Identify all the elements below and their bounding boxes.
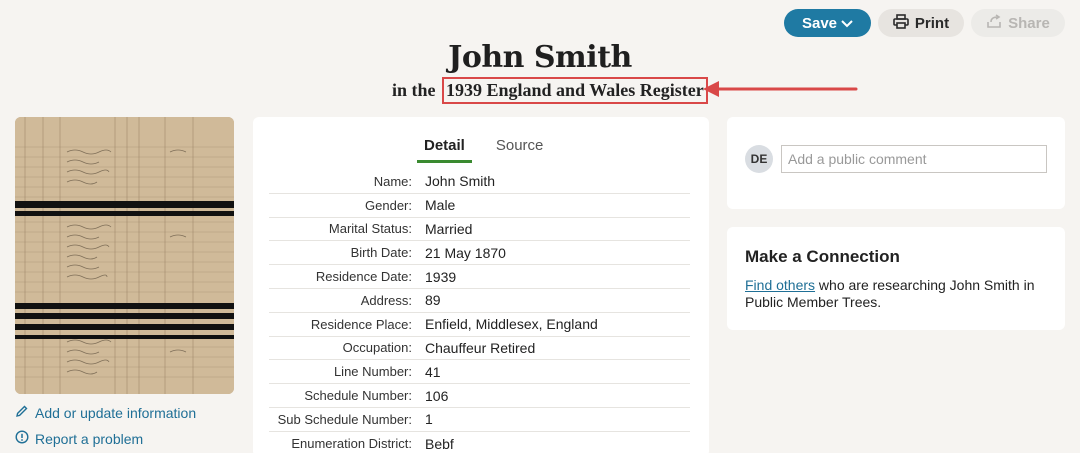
row-label: Residence Date: (315, 269, 412, 285)
detail-row: Gender: Male (269, 194, 690, 218)
comment-card: DE Add a public comment (727, 117, 1065, 209)
share-button[interactable]: Share (971, 9, 1065, 37)
row-label: Name: (373, 173, 412, 189)
row-value: Chauffeur Retired (425, 339, 536, 356)
row-label: Enumeration District: (291, 436, 412, 452)
row-label: Line Number: (333, 364, 412, 380)
report-problem-label: Report a problem (35, 430, 144, 447)
row-label: Gender: (365, 197, 412, 213)
record-actions: Save Print Share (784, 9, 1065, 37)
detail-row: Birth Date: 21 May 1870 (269, 241, 690, 266)
page-title: John Smith (448, 40, 632, 75)
print-label: Print (914, 14, 950, 32)
record-subtitle: in the 1939 England and Wales Register (392, 77, 708, 104)
save-label: Save (801, 14, 838, 32)
record-image-thumbnail[interactable] (15, 117, 234, 394)
detail-row: Residence Date: 1939 (269, 265, 690, 289)
info-circle-icon (15, 430, 29, 447)
detail-row: Enumeration District: Bebf (269, 432, 690, 453)
row-value: Enfield, Middlesex, England (425, 316, 598, 333)
row-value: John Smith (425, 173, 496, 190)
collection-name: 1939 England and Wales Register (442, 77, 708, 104)
chevron-down-icon (841, 15, 853, 32)
detail-row: Occupation: Chauffeur Retired (269, 337, 690, 361)
share-icon (986, 13, 1002, 33)
row-label: Address: (360, 292, 412, 308)
pencil-icon (15, 404, 29, 421)
detail-row: Residence Place: Enfield, Middlesex, Engl… (269, 313, 690, 337)
connection-title: Make a Connection (745, 247, 900, 266)
comment-input[interactable]: Add a public comment (781, 145, 1047, 173)
connection-text: Find others who are researching John Smi… (745, 277, 1047, 311)
add-update-link[interactable]: Add or update information (15, 404, 196, 421)
row-value: 21 May 1870 (425, 244, 506, 261)
tab-detail[interactable]: Detail (417, 137, 472, 163)
detail-rows: Name: John Smith Gender: Male Marital Stat… (269, 170, 690, 453)
arrow-left-icon (703, 81, 858, 97)
printer-icon (893, 13, 909, 33)
row-value: 89 (425, 292, 441, 309)
row-label: Schedule Number: (304, 388, 412, 404)
row-value: Male (425, 197, 456, 214)
row-label: Birth Date: (350, 245, 412, 261)
row-value: 106 (425, 387, 449, 404)
print-button[interactable]: Print (878, 9, 964, 37)
row-value: Married (425, 220, 473, 237)
row-label: Sub Schedule Number: (277, 411, 412, 427)
row-label: Marital Status: (328, 221, 412, 237)
tab-source[interactable]: Source (496, 137, 544, 163)
row-value: Bebf (425, 435, 454, 452)
detail-row: Marital Status: Married (269, 218, 690, 242)
detail-row: Address: 89 (269, 289, 690, 313)
subtitle-prefix: in the (392, 80, 436, 100)
detail-row: Sub Schedule Number: 1 (269, 408, 690, 432)
row-label: Residence Place: (310, 316, 412, 332)
detail-card: Detail Source Name: John Smith Gender: Mal… (253, 117, 709, 453)
detail-row: Line Number: 41 (269, 360, 690, 385)
find-others-link[interactable]: Find others (745, 277, 815, 293)
share-label: Share (1008, 14, 1050, 32)
row-value: 1 (425, 411, 433, 428)
row-value: 41 (425, 363, 441, 380)
detail-row: Name: John Smith (269, 170, 690, 194)
detail-row: Schedule Number: 106 (269, 384, 690, 408)
report-problem-link[interactable]: Report a problem (15, 430, 143, 447)
save-button[interactable]: Save (784, 9, 871, 37)
add-update-label: Add or update information (35, 404, 197, 421)
connection-card: Make a Connection Find others who are re… (727, 227, 1065, 330)
row-label: Occupation: (342, 340, 412, 356)
detail-tabs: Detail Source (417, 137, 543, 163)
row-value: 1939 (425, 268, 457, 285)
avatar: DE (745, 145, 773, 173)
